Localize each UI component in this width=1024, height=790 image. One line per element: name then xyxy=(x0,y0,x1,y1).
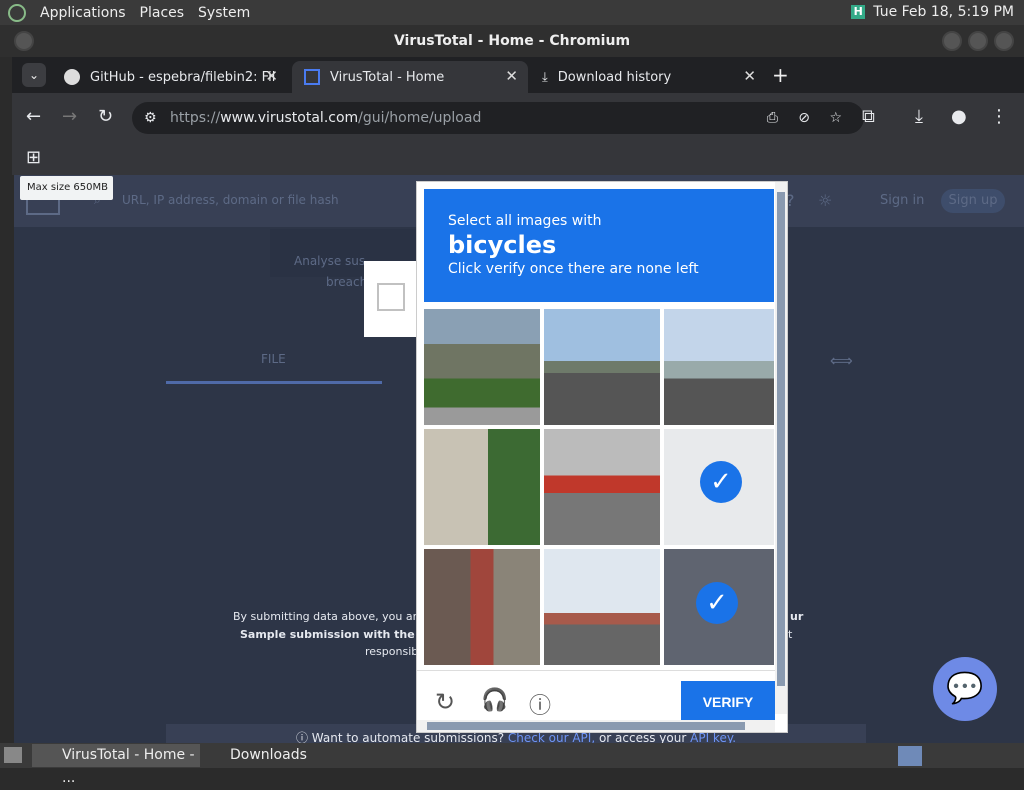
install-app-icon[interactable]: ⎙ xyxy=(767,102,778,134)
terms-text-line2-end: t xyxy=(788,628,793,641)
tile-dark-bicycle[interactable]: ✓ xyxy=(664,549,774,665)
tab-github[interactable]: GitHub - espebra/filebin2: Fil ✕ xyxy=(52,61,288,93)
taskbar-item-label: VirusTotal - Home - ... xyxy=(62,747,195,786)
tab-label: Download history xyxy=(557,69,672,85)
url-host: www.virustotal.com xyxy=(220,110,359,126)
intro-text-line2: breach xyxy=(326,275,368,289)
close-tab-icon[interactable]: ✕ xyxy=(265,67,278,85)
horizontal-scrollbar[interactable] xyxy=(417,720,775,732)
info-icon: ⓘ xyxy=(295,731,312,743)
address-bar[interactable]: ⚙ https://www.virustotal.com/gui/home/up… xyxy=(132,102,864,134)
tab-download-history[interactable]: ⤓ Download history ✕ xyxy=(530,61,766,93)
workspace-switcher[interactable] xyxy=(898,746,922,766)
system-menu[interactable]: System xyxy=(198,5,250,21)
close-tab-icon[interactable]: ✕ xyxy=(505,67,518,85)
window-titlebar: VirusTotal - Home - Chromium xyxy=(0,25,1024,57)
extensions-icon[interactable]: ⧉ xyxy=(862,106,875,127)
close-tab-icon[interactable]: ✕ xyxy=(743,67,756,85)
taskbar-item-virustotal[interactable]: VirusTotal - Home - ... xyxy=(32,744,200,786)
url-path: /gui/home/upload xyxy=(358,110,482,126)
update-indicator-icon[interactable]: H xyxy=(851,5,866,19)
gnome-foot-icon[interactable] xyxy=(8,3,26,22)
window-menu-icon[interactable] xyxy=(14,31,34,51)
site-info-icon[interactable]: ⚙ xyxy=(144,102,157,134)
new-tab-button[interactable]: + xyxy=(772,63,789,87)
tab-label: GitHub - espebra/filebin2: Fil xyxy=(90,69,276,85)
tile-stairs[interactable] xyxy=(424,549,540,665)
clock[interactable]: Tue Feb 18, 5:19 PM xyxy=(873,4,1014,20)
selected-check-icon: ✓ xyxy=(696,582,738,624)
challenge-target: bicycles xyxy=(448,231,557,259)
footer-divider xyxy=(417,670,775,671)
vertical-scrollbar[interactable] xyxy=(775,182,787,714)
tile-bicycle[interactable]: ✓ xyxy=(664,429,774,545)
scrollbar-thumb[interactable] xyxy=(777,192,785,686)
reload-challenge-icon[interactable]: ↻ xyxy=(435,688,455,716)
taskbar-item-label: Downloads xyxy=(230,747,307,763)
reload-icon[interactable]: ↻ xyxy=(98,106,113,127)
tab-file[interactable]: FILE xyxy=(261,352,286,366)
profile-icon[interactable]: ● xyxy=(951,106,967,127)
places-menu[interactable]: Places xyxy=(140,5,185,21)
search-input[interactable]: URL, IP address, domain or file hash xyxy=(122,193,339,207)
terms-text-line1: By submitting data above, you are ag xyxy=(233,610,441,623)
bookmark-star-icon[interactable]: ☆ xyxy=(829,102,842,134)
tile-alley[interactable] xyxy=(424,429,540,545)
tab-virustotal[interactable]: VirusTotal - Home ✕ xyxy=(292,61,528,93)
os-top-panel: Applications Places System H Tue Feb 18,… xyxy=(0,0,1024,25)
search-tab-icon[interactable]: ⟺ xyxy=(830,351,853,370)
window-title: VirusTotal - Home - Chromium xyxy=(393,33,631,49)
help-info-icon[interactable]: ⓘ xyxy=(529,688,551,720)
tile-bridge[interactable] xyxy=(664,309,774,425)
tile-highway[interactable] xyxy=(544,549,660,665)
recaptcha-anchor xyxy=(364,261,416,337)
intro-text-line1: Analyse sus xyxy=(294,254,366,268)
bookmarks-bar: ⊞ xyxy=(12,143,1024,175)
menu-icon[interactable]: ⋮ xyxy=(990,106,1008,127)
terms-text-line3: responsib xyxy=(365,645,419,658)
terms-text-line1-end: ur xyxy=(790,610,804,623)
selected-check-icon: ✓ xyxy=(700,461,742,503)
sign-in-link[interactable]: Sign in xyxy=(880,193,924,208)
max-size-tooltip: Max size 650MB xyxy=(20,176,113,200)
file-tab-underline xyxy=(166,381,382,384)
downloads-icon[interactable]: ⤓ xyxy=(915,106,923,127)
tracking-protection-icon[interactable]: ⊘ xyxy=(798,102,810,134)
theme-toggle-icon[interactable]: ☼ xyxy=(818,191,832,210)
chat-icon[interactable]: 💬 xyxy=(933,657,997,721)
verify-button[interactable]: VERIFY xyxy=(681,681,775,723)
github-icon xyxy=(64,69,80,85)
sign-up-button[interactable]: Sign up xyxy=(941,189,1005,213)
forward-icon[interactable]: → xyxy=(62,106,77,127)
back-icon[interactable]: ← xyxy=(26,106,41,127)
apps-grid-icon[interactable]: ⊞ xyxy=(26,147,41,168)
url-scheme: https:// xyxy=(170,110,221,126)
close-window-button[interactable] xyxy=(994,31,1014,51)
applications-menu[interactable]: Applications xyxy=(40,5,126,21)
tile-street-shop[interactable] xyxy=(544,429,660,545)
browser-toolbar: ← → ↻ ⚙ https://www.virustotal.com/gui/h… xyxy=(12,93,1024,143)
scrollbar-thumb[interactable] xyxy=(427,722,745,730)
show-desktop-icon[interactable] xyxy=(4,747,22,763)
tab-label: VirusTotal - Home xyxy=(330,69,445,85)
tile-road[interactable] xyxy=(544,309,660,425)
tab-bar: ⌄ GitHub - espebra/filebin2: Fil ✕ Virus… xyxy=(12,57,1024,93)
minimize-button[interactable] xyxy=(942,31,962,51)
recaptcha-challenge: Select all images with bicycles Click ve… xyxy=(416,181,788,733)
challenge-select-text: Select all images with xyxy=(448,213,602,229)
taskbar: VirusTotal - Home - ... Downloads xyxy=(0,743,1024,786)
maximize-button[interactable] xyxy=(968,31,988,51)
recaptcha-checkbox[interactable] xyxy=(377,283,405,311)
taskbar-item-downloads[interactable]: Downloads xyxy=(206,744,366,767)
tile-building[interactable] xyxy=(424,309,540,425)
download-icon: ⤓ xyxy=(542,69,548,85)
challenge-header: Select all images with bicycles Click ve… xyxy=(424,189,774,302)
tab-search-button[interactable]: ⌄ xyxy=(22,63,46,87)
challenge-instruction: Click verify once there are none left xyxy=(448,261,699,277)
audio-challenge-icon[interactable]: 🎧 xyxy=(481,688,508,713)
virustotal-icon xyxy=(304,69,320,85)
